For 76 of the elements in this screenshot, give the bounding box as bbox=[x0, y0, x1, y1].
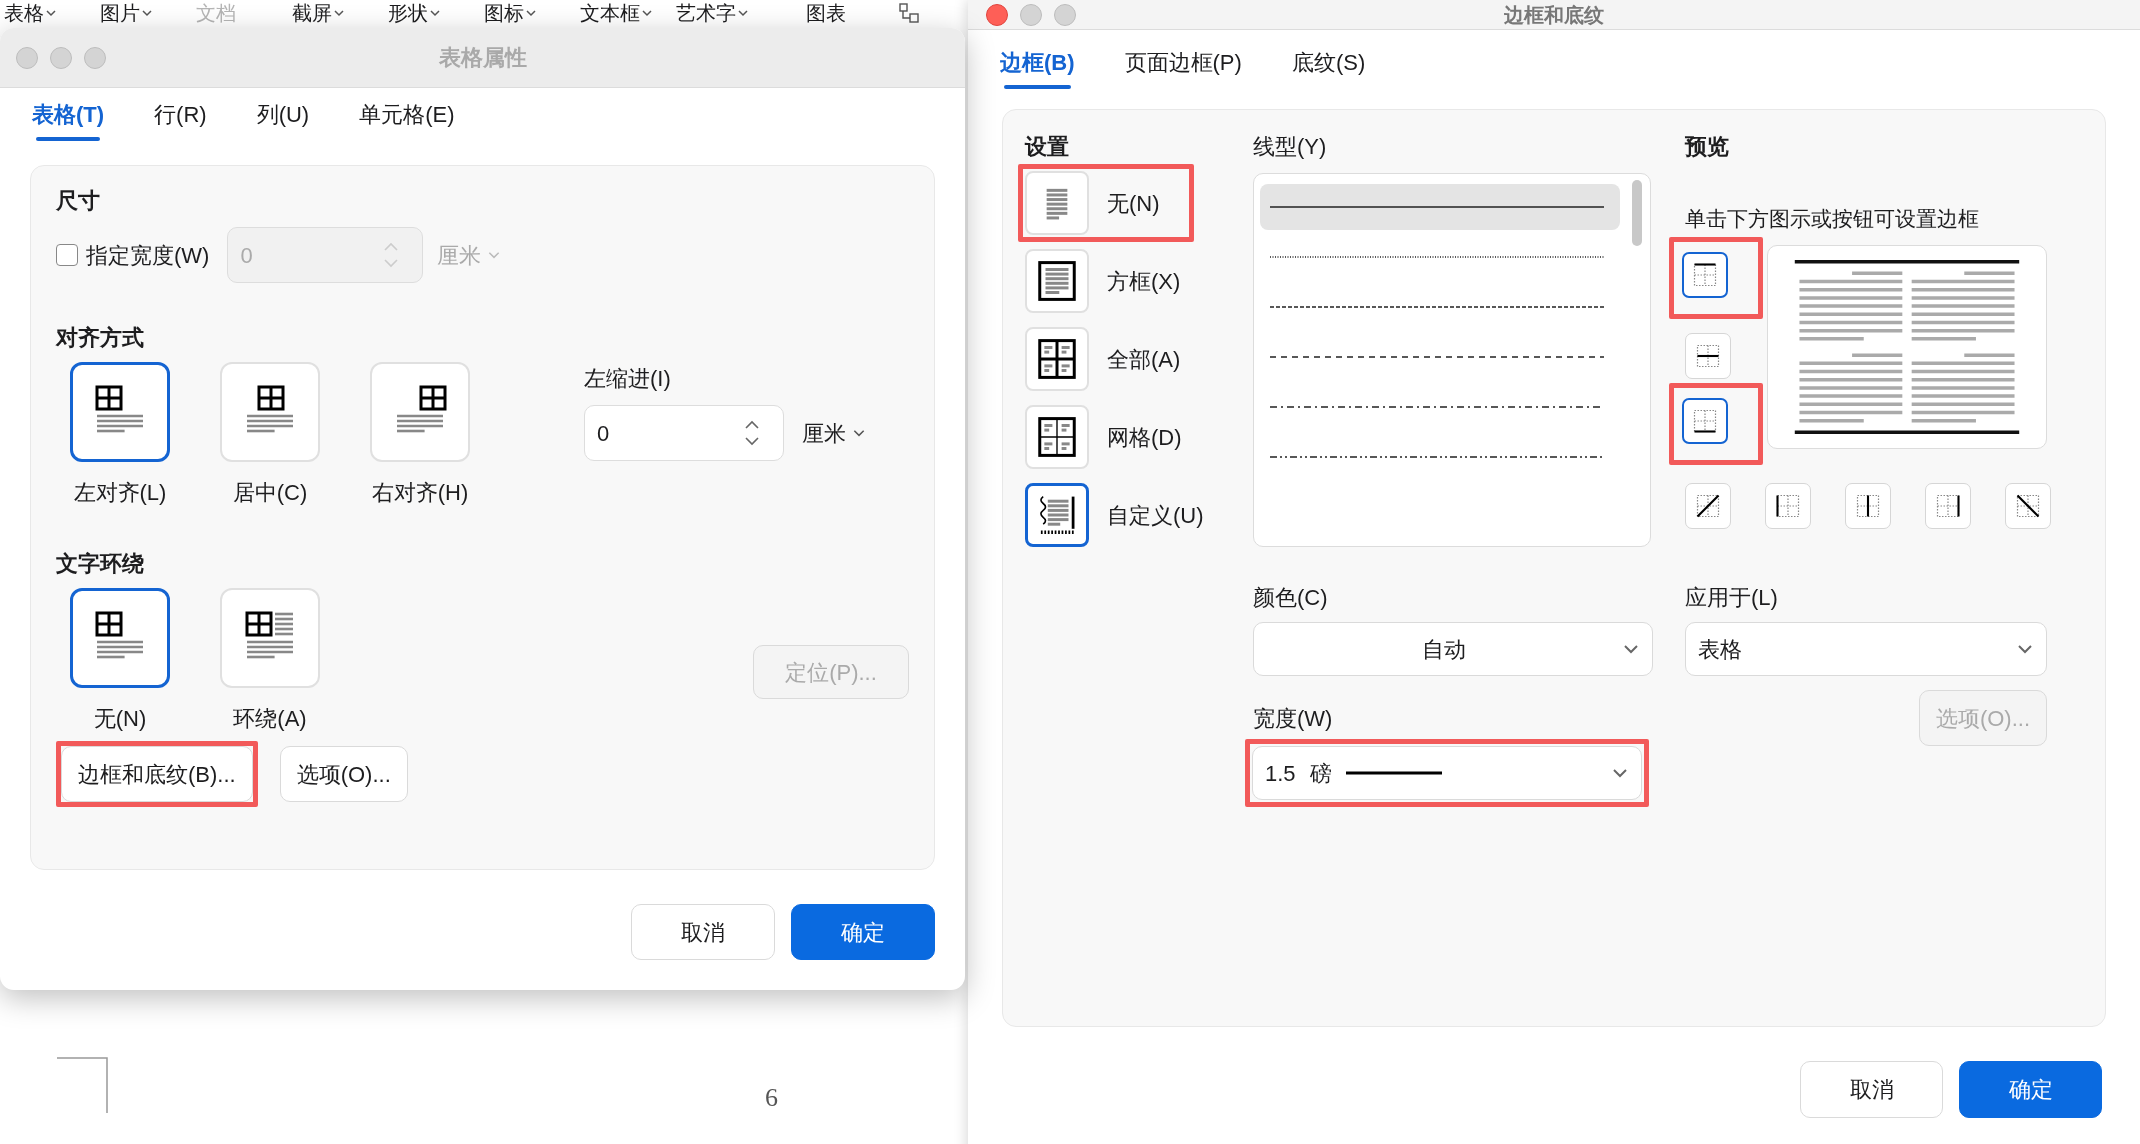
option-label: 全部(A) bbox=[1107, 345, 1181, 374]
page-corner-mark bbox=[57, 1057, 109, 1113]
option-label: 左对齐(L) bbox=[73, 479, 167, 507]
caret-icon bbox=[46, 8, 56, 18]
tab[interactable]: 表格(T) bbox=[22, 92, 115, 141]
caret-icon bbox=[738, 8, 748, 18]
field-label: 左缩进(I) bbox=[584, 365, 672, 393]
field-label: 应用于(L) bbox=[1685, 584, 1778, 612]
tab[interactable]: 单元格(E) bbox=[349, 92, 465, 141]
color-dropdown[interactable]: 自动 bbox=[1253, 622, 1653, 676]
line-sample-icon bbox=[1270, 454, 1604, 460]
cancel-button[interactable]: 取消 bbox=[631, 904, 775, 960]
tab[interactable]: 行(R) bbox=[144, 92, 217, 141]
menu-item[interactable]: 文本框 bbox=[576, 1, 656, 25]
line-style-option[interactable] bbox=[1260, 184, 1620, 230]
tab[interactable]: 列(U) bbox=[246, 92, 320, 141]
section-heading: 文字环绕 bbox=[56, 550, 144, 578]
option-label: 无(N) bbox=[1107, 189, 1160, 218]
window-control[interactable] bbox=[986, 3, 1008, 26]
apply-to-dropdown[interactable]: 表格 bbox=[1685, 622, 2047, 676]
caret-icon bbox=[642, 8, 652, 18]
tab[interactable]: 边框(B) bbox=[990, 40, 1085, 89]
tab[interactable]: 页面边框(P) bbox=[1114, 40, 1252, 89]
line-sample-icon bbox=[1270, 254, 1604, 260]
window-title: 边框和底纹 bbox=[1504, 3, 1604, 26]
hint-text: 单击下方图示或按钮可设置边框 bbox=[1685, 206, 1980, 232]
option-label: 网格(D) bbox=[1107, 423, 1182, 452]
indent-field[interactable]: 0 bbox=[584, 405, 784, 461]
section-heading: 尺寸 bbox=[56, 187, 100, 215]
section-heading: 设置 bbox=[1025, 133, 1069, 161]
option-label: 居中(C) bbox=[232, 479, 308, 507]
line-sample-icon bbox=[1270, 304, 1604, 310]
ok-button[interactable]: 确定 bbox=[1959, 1061, 2102, 1118]
menu-item[interactable]: 截屏 bbox=[288, 1, 348, 25]
checkbox[interactable] bbox=[56, 244, 78, 266]
line-width-dropdown[interactable]: 1.5 磅 bbox=[1252, 746, 1642, 800]
caret-icon bbox=[142, 8, 152, 18]
menu-item[interactable]: 表格 bbox=[0, 1, 60, 25]
caret-icon bbox=[334, 8, 344, 18]
preview-area[interactable] bbox=[1767, 244, 2047, 449]
line-sample-icon bbox=[1270, 204, 1604, 210]
dialog-button[interactable]: 边框和底纹(B)... bbox=[61, 746, 253, 802]
section-heading: 对齐方式 bbox=[56, 324, 144, 352]
page-number: 6 bbox=[765, 1082, 778, 1114]
border-toggle-button[interactable] bbox=[1682, 251, 1728, 298]
option-label: 右对齐(H) bbox=[371, 479, 469, 507]
caret-icon bbox=[430, 8, 440, 18]
line-sample-icon bbox=[1345, 770, 1442, 776]
menu-item[interactable]: 形状 bbox=[384, 1, 444, 25]
menu-item[interactable]: 艺术字 bbox=[672, 1, 752, 25]
setting-option[interactable] bbox=[1025, 483, 1089, 547]
ok-button[interactable]: 确定 bbox=[791, 904, 935, 960]
section-heading: 预览 bbox=[1685, 133, 1729, 161]
field-label: 线型(Y) bbox=[1253, 133, 1328, 161]
option-label: 方框(X) bbox=[1107, 267, 1181, 296]
checkbox-label: 指定宽度(W) bbox=[86, 241, 210, 270]
dialog-button[interactable]: 选项(O)... bbox=[279, 746, 408, 802]
caret-icon bbox=[526, 8, 536, 18]
option-label: 无(N) bbox=[93, 705, 147, 733]
menu-item[interactable]: 图片 bbox=[96, 1, 156, 25]
menu-item[interactable]: 图标 bbox=[480, 1, 540, 25]
alignment-option[interactable] bbox=[70, 362, 170, 462]
wrapping-option[interactable] bbox=[70, 588, 170, 688]
field-label: 颜色(C) bbox=[1253, 584, 1328, 612]
unit-dropdown[interactable]: 厘米 bbox=[802, 416, 866, 450]
line-sample-icon bbox=[1270, 354, 1604, 360]
option-label: 自定义(U) bbox=[1107, 501, 1204, 530]
border-toggle-button[interactable] bbox=[1682, 397, 1728, 444]
scrollbar-thumb[interactable] bbox=[1632, 180, 1642, 246]
layout-icon[interactable] bbox=[898, 2, 920, 24]
window-title: 表格属性 bbox=[438, 45, 527, 70]
cancel-button[interactable]: 取消 bbox=[1800, 1061, 1943, 1118]
tab[interactable]: 底纹(S) bbox=[1281, 40, 1376, 89]
option-label: 环绕(A) bbox=[233, 705, 307, 733]
field-label: 宽度(W) bbox=[1253, 705, 1333, 733]
menu-item[interactable]: 图表 bbox=[802, 1, 850, 25]
